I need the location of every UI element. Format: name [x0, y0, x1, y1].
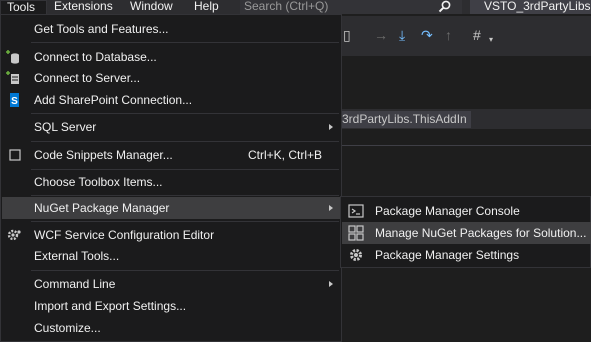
nuget-submenu: Package Manager Console Manage NuGet Pac… [340, 196, 591, 268]
submenu-arrow-icon [329, 281, 333, 287]
menu-item-connect-database[interactable]: Connect to Database... [2, 46, 341, 68]
menu-item-command-line[interactable]: Command Line [2, 273, 341, 295]
menu-separator [31, 141, 339, 142]
menu-window[interactable]: Window [124, 0, 179, 14]
sharepoint-icon: S [10, 93, 19, 107]
menu-item-code-snippets[interactable]: Code Snippets Manager... Ctrl+K, Ctrl+B [2, 144, 341, 166]
menu-item-label: External Tools... [34, 249, 120, 263]
menu-item-nuget[interactable]: NuGet Package Manager [2, 197, 341, 219]
submenu-item-label: Package Manager Settings [375, 248, 520, 262]
menu-item-shortcut: Ctrl+K, Ctrl+B [248, 148, 323, 162]
packages-icon [348, 225, 364, 241]
menu-item-connect-server[interactable]: Connect to Server... [2, 67, 341, 89]
menu-item-label: WCF Service Configuration Editor [34, 228, 215, 242]
chevron-down-icon[interactable]: ▾ [489, 32, 493, 48]
submenu-item-manage-packages[interactable]: Manage NuGet Packages for Solution... [342, 222, 591, 244]
search-input[interactable]: Search (Ctrl+Q) [240, 0, 462, 14]
document-tab[interactable]: 3rdPartyLibs.ThisAddIn [341, 111, 471, 128]
menu-item-sql-server[interactable]: SQL Server [2, 116, 341, 138]
menu-separator [31, 169, 339, 170]
server-connect-icon [6, 71, 19, 84]
menu-item-add-sharepoint[interactable]: S Add SharePoint Connection... [2, 89, 341, 111]
menu-separator [31, 113, 339, 114]
menu-item-label: NuGet Package Manager [34, 201, 170, 215]
run-forward-icon[interactable]: → [374, 27, 388, 43]
menu-separator [31, 270, 339, 271]
submenu-arrow-icon [329, 124, 333, 130]
menu-item-import-export[interactable]: Import and Export Settings... [2, 295, 341, 317]
menu-item-label: Command Line [34, 277, 116, 291]
document-tabstrip: 3rdPartyLibs.ThisAddIn [341, 109, 591, 129]
menu-item-label: Code Snippets Manager... [34, 148, 173, 162]
toolbar-bracket-icon[interactable]: ▯ [343, 27, 351, 43]
menu-item-label: Connect to Server... [34, 71, 141, 85]
search-icon[interactable] [438, 0, 452, 13]
menu-separator [31, 195, 339, 196]
submenu-item-label: Manage NuGet Packages for Solution... [375, 226, 587, 240]
menu-extensions[interactable]: Extensions [48, 0, 119, 14]
menu-tools[interactable]: Tools [0, 0, 47, 14]
step-over-icon[interactable]: ↷ [421, 27, 433, 43]
menu-item-label: Customize... [34, 321, 101, 335]
editor-divider [341, 145, 591, 146]
menu-separator [31, 221, 339, 222]
menu-item-customize[interactable]: Customize... [2, 317, 341, 339]
menu-item-label: Get Tools and Features... [34, 22, 169, 36]
wcf-gear-icon [7, 229, 21, 241]
menu-item-label: Add SharePoint Connection... [34, 93, 193, 107]
step-into-icon[interactable]: ⤓ [399, 27, 405, 43]
menu-item-get-tools[interactable]: Get Tools and Features... [2, 18, 341, 40]
submenu-item-package-console[interactable]: Package Manager Console [342, 200, 591, 222]
submenu-arrow-icon [329, 205, 333, 211]
ide-toolbar: ▯ → ⤓ ↷ ↑ # ▾ [341, 16, 591, 56]
console-icon [348, 204, 364, 218]
toolbar-grid-icon[interactable]: # [473, 27, 481, 43]
gear-icon [350, 249, 362, 261]
menu-item-label: Connect to Database... [34, 50, 157, 64]
solution-title: VSTO_3rdPartyLibs [470, 0, 591, 14]
menu-item-label: Choose Toolbox Items... [34, 175, 163, 189]
menu-item-label: SQL Server [34, 120, 97, 134]
step-out-icon[interactable]: ↑ [445, 27, 452, 43]
menu-item-wcf-editor[interactable]: WCF Service Configuration Editor [2, 224, 341, 246]
database-connect-icon [6, 50, 19, 64]
menu-bar: Tools Extensions Window Help Search (Ctr… [0, 0, 591, 14]
svg-text:S: S [11, 96, 18, 107]
tools-menu: Get Tools and Features... Connect to Dat… [0, 14, 342, 342]
menu-item-choose-toolbox[interactable]: Choose Toolbox Items... [2, 171, 341, 193]
menu-help[interactable]: Help [188, 0, 225, 14]
submenu-item-label: Package Manager Console [375, 204, 520, 218]
menu-item-external-tools[interactable]: External Tools... [2, 245, 341, 267]
menu-separator [31, 42, 339, 43]
menu-item-label: Import and Export Settings... [34, 299, 187, 313]
checkbox-icon [9, 149, 21, 161]
submenu-item-package-settings[interactable]: Package Manager Settings [342, 244, 591, 266]
